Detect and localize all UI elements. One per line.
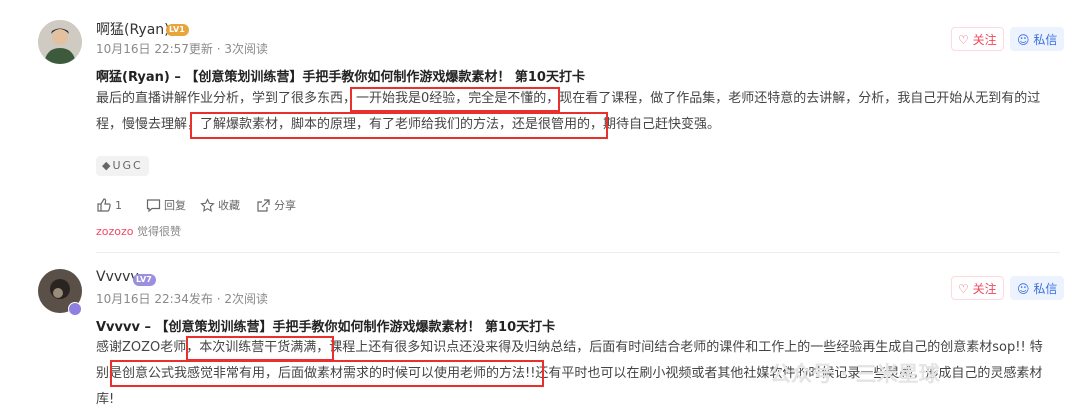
collect-button[interactable]: 收藏 (200, 197, 240, 213)
post-body: 最后的直播讲解作业分析，学到了很多东西，一开始我是0经验，完全是不懂的，现在看了… (96, 86, 1056, 138)
read-count: 3次阅读 (224, 42, 269, 56)
post-meta: 10月16日 22:57更新 · 3次阅读 (96, 42, 269, 56)
post-time: 10月16日 22:57更新 (96, 42, 213, 56)
liker-line: zozozo 觉得很赞 (96, 223, 181, 239)
comment-icon (146, 198, 161, 212)
body-line: 程，慢慢去理解，了解爆款素材，脚本的原理，有了老师给我们的方法，还是很管用的，期… (96, 117, 721, 132)
post-title[interactable]: Vvvvv – 【创意策划训练营】手把手教你如何制作游戏爆款素材！ 第10天打卡 (96, 316, 555, 335)
post-card: Vvvvv LV7 10月16日 22:34发布 · 2次阅读 ♡ 关注 ☺ 私… (0, 262, 1080, 415)
message-button[interactable]: ☺ 私信 (1010, 27, 1065, 51)
read-count: 2次阅读 (224, 292, 269, 306)
like-button[interactable]: 1 (96, 197, 122, 213)
post-meta: 10月16日 22:34发布 · 2次阅读 (96, 292, 269, 306)
post-divider (96, 252, 1060, 253)
verified-icon (68, 302, 82, 316)
post-time: 10月16日 22:34发布 (96, 292, 213, 306)
chat-icon: ☺ (1017, 33, 1030, 47)
thumbs-up-icon (97, 198, 111, 212)
star-icon (200, 197, 215, 212)
body-line: 库! (96, 392, 115, 407)
liker-name[interactable]: zozozo (96, 225, 134, 238)
level-badge: LV7 (133, 274, 156, 286)
body-line: 最后的直播讲解作业分析，学到了很多东西，一开始我是0经验，完全是不懂的，现在看了… (96, 91, 1041, 106)
follow-button[interactable]: ♡ 关注 (951, 27, 1004, 51)
post-card: 啊猛(Ryan) LV1 10月16日 22:57更新 · 3次阅读 ♡ 关注 … (0, 0, 1080, 250)
reply-button[interactable]: 回复 (146, 197, 186, 213)
share-icon (257, 198, 270, 212)
share-button[interactable]: 分享 (256, 197, 296, 213)
like-count: 1 (115, 198, 122, 212)
follow-button[interactable]: ♡ 关注 (951, 276, 1004, 300)
message-button[interactable]: ☺ 私信 (1010, 276, 1065, 300)
post-title[interactable]: 啊猛(Ryan) – 【创意策划训练营】手把手教你如何制作游戏爆款素材！ 第10… (96, 66, 585, 85)
author-name[interactable]: Vvvvv (96, 269, 139, 285)
heart-icon: ♡ (958, 33, 969, 47)
level-badge: LV1 (166, 24, 189, 36)
heart-icon: ♡ (958, 282, 969, 296)
avatar[interactable] (38, 20, 82, 64)
tag-icon: ◆ (102, 159, 113, 172)
chat-icon: ☺ (1017, 282, 1030, 296)
author-name[interactable]: 啊猛(Ryan) (96, 19, 170, 39)
liker-text: 觉得很赞 (137, 225, 182, 238)
watermark: 公众号 · 三米星球 (770, 362, 940, 386)
topic-tag[interactable]: ◆UGC (96, 156, 149, 176)
